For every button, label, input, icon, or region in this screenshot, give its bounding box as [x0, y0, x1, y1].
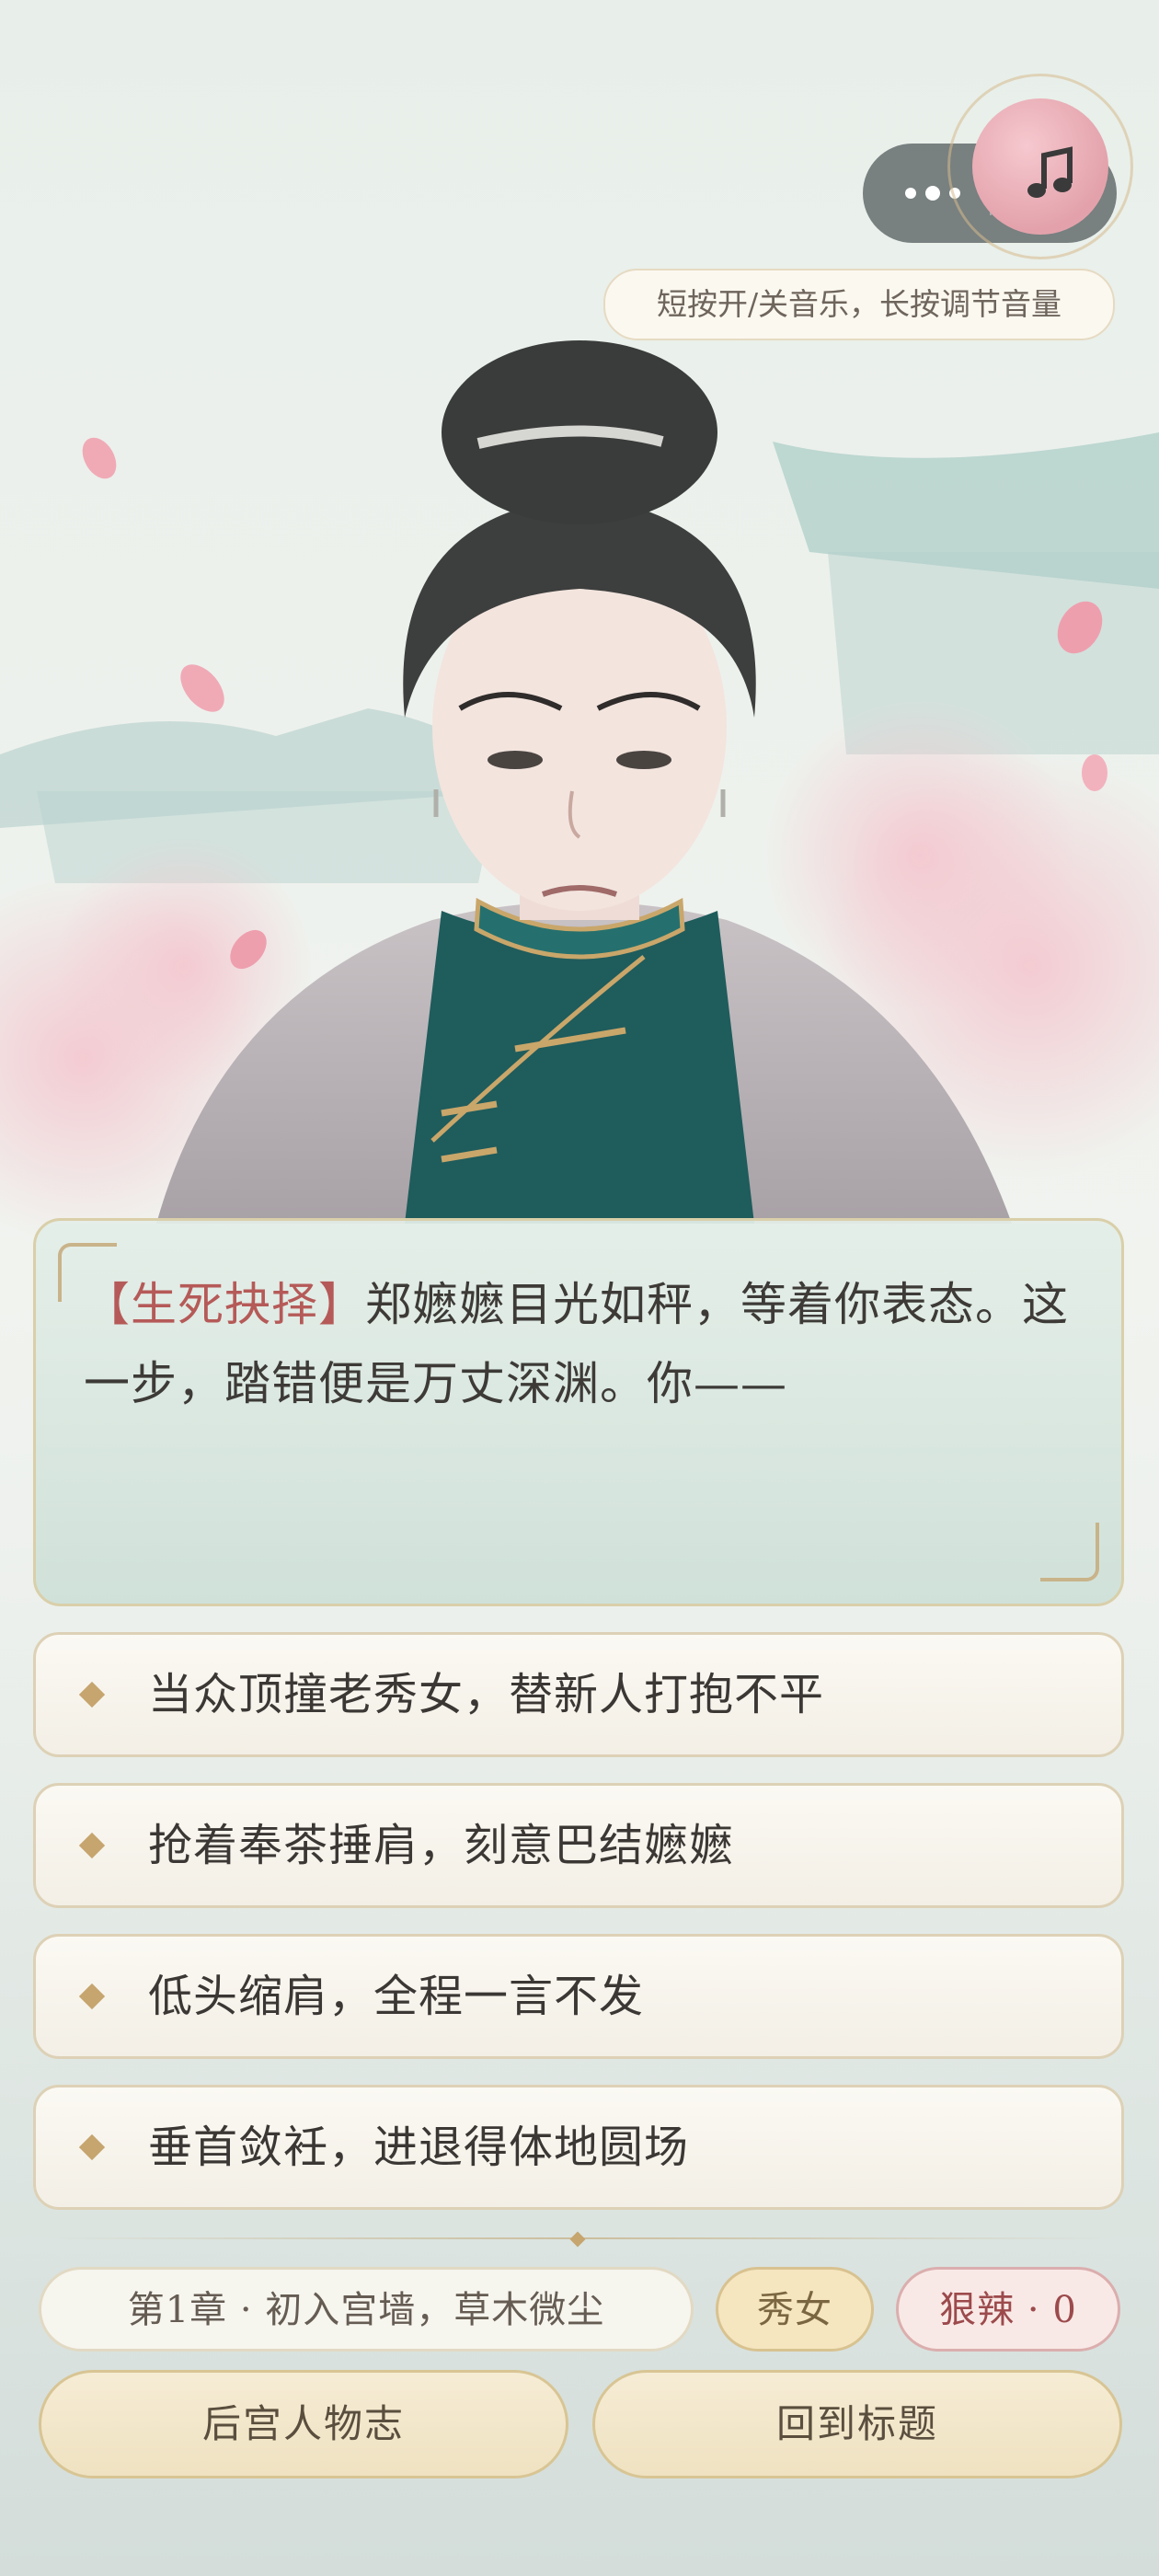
diamond-bullet-icon — [78, 1832, 106, 1859]
choice-label: 当众顶撞老秀女，替新人打抱不平 — [148, 1669, 825, 1720]
dialog-tag: 【生死抉择】 — [84, 1278, 365, 1331]
dialog-corner-ornament — [1040, 1523, 1099, 1581]
stat-badge: 狠辣 · 0 — [896, 2267, 1120, 2352]
harem-profiles-button[interactable]: 后宫人物志 — [39, 2370, 568, 2478]
dialog-text: 【生死抉择】郑嬷嬷目光如秤，等着你表态。这一步，踏错便是万丈深渊。你—— — [84, 1265, 1096, 1423]
music-tip-tooltip: 短按开/关音乐，长按调节音量 — [603, 269, 1115, 340]
music-note-icon — [1027, 146, 1073, 198]
music-button-face — [972, 98, 1108, 235]
narration-dialog: 【生死抉择】郑嬷嬷目光如秤，等着你表态。这一步，踏错便是万丈深渊。你—— — [33, 1218, 1124, 1606]
choice-button[interactable]: 抢着奉茶捶肩，刻意巴结嬷嬷 — [33, 1783, 1124, 1908]
choice-button[interactable]: 垂首敛衽，进退得体地圆场 — [33, 2085, 1124, 2210]
chapter-badge: 第1章 · 初入宫墙，草木微尘 — [39, 2267, 694, 2352]
choice-button[interactable]: 当众顶撞老秀女，替新人打抱不平 — [33, 1632, 1124, 1757]
diamond-bullet-icon — [78, 2133, 106, 2161]
choice-label: 低头缩肩，全程一言不发 — [148, 1971, 645, 2022]
divider-diamond-icon — [569, 2231, 586, 2248]
choice-label: 垂首敛衽，进退得体地圆场 — [148, 2122, 690, 2173]
back-to-title-button[interactable]: 回到标题 — [592, 2370, 1122, 2478]
diamond-bullet-icon — [78, 1983, 106, 2010]
diamond-bullet-icon — [78, 1681, 106, 1708]
choice-label: 抢着奉茶捶肩，刻意巴结嬷嬷 — [148, 1820, 735, 1871]
role-badge: 秀女 — [716, 2267, 874, 2352]
choice-button[interactable]: 低头缩肩，全程一言不发 — [33, 1934, 1124, 2059]
music-toggle-button[interactable] — [947, 74, 1133, 259]
